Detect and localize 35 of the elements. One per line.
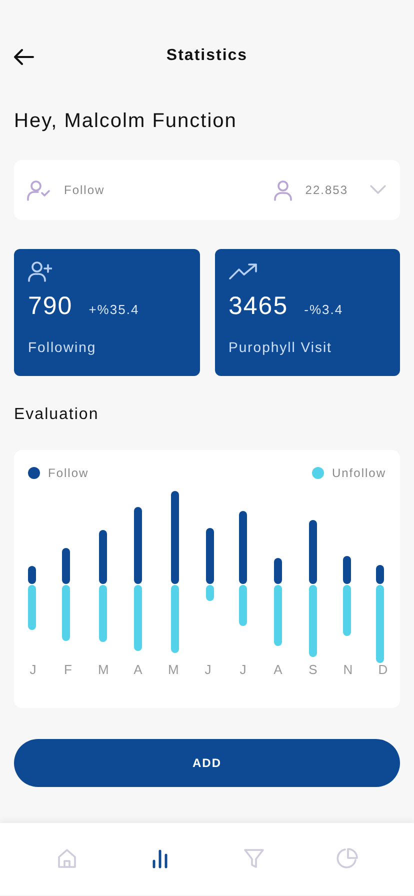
month-label: M	[98, 662, 108, 677]
month-label: J	[28, 662, 38, 677]
page-title: Statistics	[165, 47, 249, 65]
month-label: A	[133, 662, 143, 677]
percent-change: +%35.4	[88, 302, 140, 317]
stat-value: 790	[28, 292, 73, 321]
percent-change: -%3.4	[304, 302, 344, 317]
user-icon	[274, 180, 292, 200]
month-label: M	[168, 662, 178, 677]
home-icon	[56, 847, 78, 869]
dropdown-label: Follow	[64, 183, 106, 197]
pie-chart-icon	[336, 847, 358, 869]
month-label: J	[238, 662, 248, 677]
greeting-text: Hey, Malcolm Function	[13, 110, 238, 134]
month-label: S	[308, 662, 318, 677]
back-arrow-icon	[14, 49, 34, 65]
month-label: N	[343, 662, 353, 677]
section-title: Evaluation	[13, 406, 100, 425]
stat-value: 3465	[228, 292, 288, 321]
month-label: A	[273, 662, 283, 677]
stat-label: Purophyll Visit	[228, 339, 333, 355]
follower-count: 22.853	[305, 183, 348, 197]
chevron-down-icon	[370, 185, 386, 195]
month-label: D	[378, 662, 388, 677]
add-button[interactable]: ADD	[14, 739, 400, 787]
legend-label: Unfollow	[332, 466, 386, 480]
filter-icon	[242, 847, 265, 869]
user-plus-icon	[28, 261, 52, 282]
follow-dropdown[interactable]: Follow 22.853	[14, 160, 400, 220]
stat-label: Following	[28, 339, 98, 355]
month-label: F	[63, 662, 73, 677]
user-check-icon	[27, 180, 51, 200]
trending-up-icon	[228, 261, 258, 282]
legend-label: Follow	[48, 466, 89, 480]
month-label: J	[204, 662, 212, 677]
